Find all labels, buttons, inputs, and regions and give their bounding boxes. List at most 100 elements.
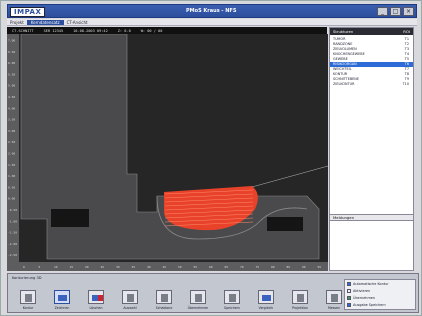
status-z-position: Z: 0.0	[117, 28, 131, 33]
toolbar-group-label: Konturierung 3D	[12, 276, 42, 280]
option-checkbox[interactable]	[347, 281, 351, 286]
x-tick-label: 5	[39, 265, 41, 269]
tool-button[interactable]: Projektion	[286, 282, 314, 310]
y-tick-label: 6.00	[8, 61, 15, 65]
y-tick-label: -2.00	[8, 242, 17, 246]
x-tick-label: 40	[147, 265, 151, 269]
x-tick-label: 80	[271, 265, 275, 269]
option-label: Übernehmen	[353, 295, 375, 300]
y-tick-label: 5.50	[8, 72, 15, 76]
structure-panel-header: Strukturen ROI	[330, 28, 413, 35]
tool-button[interactable]: Auswahl	[116, 282, 144, 310]
option-row[interactable]: Automatische Kontur	[345, 280, 415, 287]
option-row[interactable]: Ausgabe Speichern	[345, 301, 415, 308]
canvas-drawing[interactable]: 7.00 6.50 6.00 5.50 5.00 4.50 4.00 3.50 3.00 2.50…	[7, 34, 328, 271]
x-tick-label: 45	[163, 265, 167, 269]
x-tick-label: 65	[225, 265, 229, 269]
tool-button[interactable]: Vergleich	[252, 282, 280, 310]
messages-header: Meldungen	[330, 214, 413, 221]
x-tick-label: 35	[132, 265, 136, 269]
tool-button[interactable]: Übernehmen	[184, 282, 212, 310]
y-tick-label: 4.50	[8, 95, 15, 99]
structure-header-label: Strukturen	[333, 29, 354, 34]
x-tick-label: 95	[318, 265, 322, 269]
status-series-label: CT-SCHNITT	[12, 28, 34, 33]
y-tick-label: -0.50	[8, 208, 17, 212]
template-icon	[156, 290, 172, 304]
y-tick-label: 4.00	[8, 106, 15, 110]
tool-label: Messen	[327, 306, 340, 310]
maximize-button[interactable]: □	[390, 7, 401, 16]
option-label: Automatische Kontur	[353, 281, 389, 286]
menu-bar: Projekt Kerndatensatz CT-Ansicht	[7, 19, 417, 26]
y-tick-label: 5.00	[8, 84, 15, 88]
close-button[interactable]: ×	[403, 7, 414, 16]
option-label: Aktivieren	[353, 288, 371, 293]
tool-label: Kontur	[22, 306, 34, 310]
structure-code: T10	[402, 82, 409, 86]
tool-button[interactable]: Löschen	[82, 282, 110, 310]
draw-icon	[54, 290, 70, 304]
roi-header-label: ROI	[403, 29, 410, 34]
option-checkbox[interactable]	[347, 288, 351, 293]
menu-item-projekt[interactable]: Projekt	[10, 20, 24, 25]
contour-icon	[20, 290, 36, 304]
window-controls: _ □ ×	[377, 7, 414, 16]
status-window-level: W: 00 / 00	[140, 28, 163, 33]
contour-toolbar: Konturierung 3D Kontur Zeichnen Löschen Aus…	[7, 273, 419, 313]
y-tick-label: 7.00	[8, 39, 15, 43]
structure-item[interactable]: ZIELKONTUR T10	[330, 82, 413, 87]
tool-button[interactable]: Schablone	[150, 282, 178, 310]
x-tick-label: 85	[287, 265, 291, 269]
y-tick-label: 1.00	[8, 174, 15, 178]
menu-item-kerndatensatz[interactable]: Kerndatensatz	[26, 19, 64, 25]
window-title: PMoS Kraus - NFS	[186, 8, 237, 14]
tool-label: Projektion	[292, 306, 308, 310]
x-tick-label: 25	[101, 265, 105, 269]
dark-region	[267, 217, 303, 231]
x-tick-label: 0	[23, 265, 25, 269]
tool-label: Übernehmen	[187, 306, 209, 310]
x-tick-label: 60	[209, 265, 213, 269]
dark-region	[51, 209, 89, 227]
y-tick-label: -2.50	[8, 253, 17, 257]
tool-label: Auswahl	[123, 306, 137, 310]
x-tick-label: 55	[194, 265, 198, 269]
tool-label: Löschen	[89, 306, 103, 310]
tool-label: Zeichnen	[54, 306, 70, 310]
contour-canvas[interactable]: 7.00 6.50 6.00 5.50 5.00 4.50 4.00 3.50 3.00 2.50…	[7, 34, 328, 271]
structure-panel: Strukturen ROI TUMOR T1 RANDZONE T2 ZIELVOLU…	[329, 27, 414, 271]
structure-list: TUMOR T1 RANDZONE T2 ZIELVOLUMEN T3 KNOCHENGEW…	[330, 35, 413, 87]
x-tick-label: 20	[85, 265, 89, 269]
compare-icon	[258, 290, 274, 304]
apply-icon	[190, 290, 206, 304]
tool-button[interactable]: Zeichnen	[48, 282, 76, 310]
logo-text: IMPAX	[14, 8, 42, 16]
tool-label: Speichern	[224, 306, 240, 310]
option-row[interactable]: Übernehmen	[345, 294, 415, 301]
x-tick-label: 75	[256, 265, 260, 269]
y-tick-label: 3.50	[8, 118, 15, 122]
status-datetime: 10.08.2003 09:42	[73, 28, 108, 33]
option-checkbox[interactable]	[347, 295, 351, 300]
y-tick-label: 3.00	[8, 129, 15, 133]
options-box: Automatische Kontur Aktivieren Übernehmen A…	[344, 279, 416, 310]
status-series-number: SER 12345	[43, 28, 64, 33]
y-tick-label: 0.50	[8, 185, 15, 189]
x-tick-label: 50	[178, 265, 182, 269]
tool-button[interactable]: Speichern	[218, 282, 246, 310]
y-tick-label: 2.50	[8, 140, 15, 144]
tool-button[interactable]: Kontur	[14, 282, 42, 310]
tool-label: Vergleich	[258, 306, 274, 310]
x-tick-label: 10	[54, 265, 58, 269]
minimize-button[interactable]: _	[377, 7, 388, 16]
x-tick-label: 70	[240, 265, 244, 269]
app-logo: IMPAX	[10, 7, 46, 17]
menu-item-ct-ansicht[interactable]: CT-Ansicht	[67, 20, 88, 25]
x-tick-label: 30	[116, 265, 120, 269]
y-tick-label: -1.00	[8, 219, 17, 223]
app-window: IMPAX PMoS Kraus - NFS _ □ × Projekt Ker…	[0, 0, 422, 316]
measure-icon	[326, 290, 342, 304]
option-row[interactable]: Aktivieren	[345, 287, 415, 294]
option-checkbox[interactable]	[347, 302, 351, 307]
